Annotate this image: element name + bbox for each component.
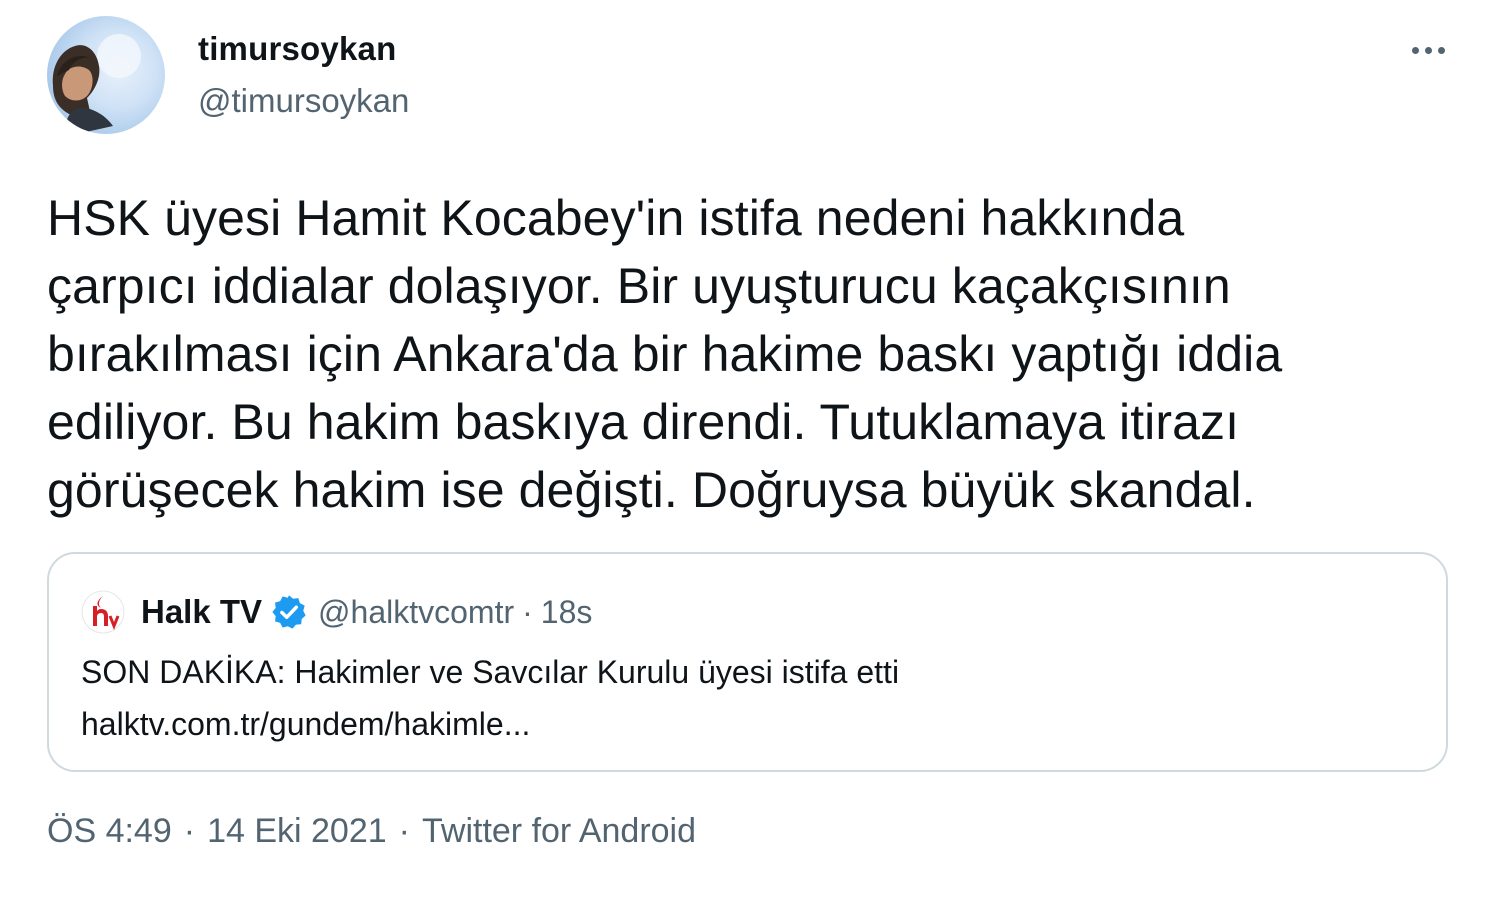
tweet-text: HSK üyesi Hamit Kocabey'in istifa nedeni… xyxy=(47,190,1283,518)
verified-badge-icon xyxy=(272,595,306,629)
tweet-date[interactable]: 14 Eki 2021 xyxy=(207,812,387,851)
tweet-footer: ÖS 4:49 · 14 Eki 2021 · Twitter for Andr… xyxy=(47,812,696,851)
more-horizontal-icon-dot xyxy=(1424,46,1432,54)
more-horizontal-icon xyxy=(1411,46,1419,54)
quote-header: Halk TV @halktvcomtr · 18s xyxy=(141,590,592,634)
tweet-time[interactable]: ÖS 4:49 xyxy=(47,812,172,851)
quote-separator: · xyxy=(522,593,533,630)
footer-separator: · xyxy=(183,812,196,850)
more-horizontal-icon-dot xyxy=(1437,46,1445,54)
quote-timestamp[interactable]: 18s xyxy=(541,594,593,631)
halk-tv-logo xyxy=(81,590,125,634)
footer-separator: · xyxy=(398,812,410,850)
tweet-source[interactable]: Twitter for Android xyxy=(422,812,696,851)
quote-text: SON DAKİKA: Hakimler ve Savcılar Kurulu … xyxy=(81,654,900,690)
quote-author-name[interactable]: Halk TV xyxy=(141,593,262,631)
quote-link[interactable]: halktv.com.tr/gundem/hakimle... xyxy=(81,698,1421,750)
author-name[interactable]: timursoykan xyxy=(198,30,396,68)
author-handle[interactable]: @timursoykan xyxy=(198,82,409,120)
avatar[interactable] xyxy=(47,16,165,134)
quote-author-handle[interactable]: @halktvcomtr xyxy=(318,594,514,631)
more-options-button[interactable] xyxy=(1400,30,1456,70)
quote-body: SON DAKİKA: Hakimler ve Savcılar Kurulu … xyxy=(81,646,1421,750)
quote-tweet-card[interactable]: Halk TV @halktvcomtr · 18s SON DAKİKA: H… xyxy=(47,552,1448,772)
profile-photo xyxy=(52,34,141,134)
